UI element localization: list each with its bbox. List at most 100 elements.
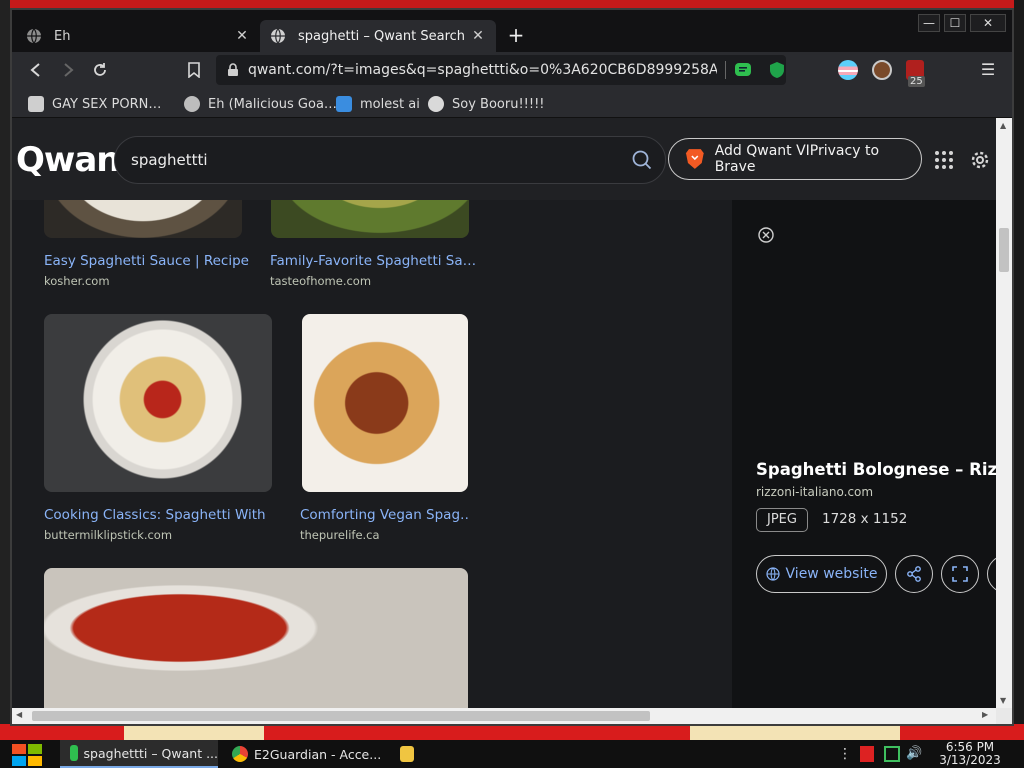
clock-date: 3/13/2023 (939, 753, 1001, 767)
result-caption[interactable]: Cooking Classics: Spaghetti With … (44, 507, 270, 523)
add-to-brave-label: Add Qwant VIPrivacy to Brave (714, 143, 880, 175)
anime-favicon-icon (28, 96, 44, 112)
lock-icon (227, 63, 238, 76)
molest-ai-favicon-icon (336, 96, 352, 112)
image-results: Easy Spaghetti Sauce | Recipe kosher.com… (12, 160, 732, 708)
windows-start-icon[interactable] (10, 742, 44, 768)
flag-extension-icon[interactable] (838, 60, 858, 80)
vertical-scrollbar[interactable]: ▲ ▼ (996, 118, 1012, 708)
search-box[interactable]: spaghettti (114, 136, 666, 184)
volume-tray-icon[interactable]: 🔊 (906, 746, 922, 762)
view-website-button[interactable]: View website (756, 555, 887, 593)
result-image[interactable] (302, 314, 468, 492)
flag-tray-icon[interactable] (860, 746, 874, 762)
desktop-background-left (0, 0, 10, 724)
shield-icon[interactable] (768, 61, 786, 79)
reload-icon (94, 63, 106, 76)
scroll-right-arrow-icon[interactable]: ▶ (982, 710, 988, 719)
share-icon (907, 566, 921, 582)
search-icon[interactable] (631, 149, 653, 171)
globe-icon (765, 567, 780, 581)
tab-title: Eh (54, 28, 71, 44)
soy-booru-favicon-icon (428, 96, 444, 112)
bookmarks-bar: GAY SEX PORN… Eh (Malicious Goa… molest … (12, 88, 1012, 118)
horizontal-scrollbar[interactable]: ◀ ▶ (12, 708, 996, 724)
desktop-image-fragment (124, 724, 264, 740)
folder-icon (400, 746, 414, 762)
fullscreen-button[interactable] (941, 555, 979, 593)
bookmark-item[interactable]: GAY SEX PORN… (28, 94, 161, 114)
result-caption[interactable]: Family-Favorite Spaghetti Sa… (270, 253, 480, 269)
close-tab-icon[interactable]: ✕ (470, 28, 486, 44)
result-source[interactable]: buttermilklipstick.com (44, 528, 172, 542)
page-viewport: Qwant spaghettti Add Qwant VIPrivacy to … (12, 118, 996, 708)
result-image[interactable] (44, 314, 272, 492)
navigation-toolbar: qwant.com/?t=images&q=spaghettti&o=0%3A6… (12, 52, 1012, 88)
globe-icon (184, 96, 200, 112)
taskbar-item-explorer[interactable] (390, 740, 420, 768)
apps-grid-icon[interactable] (934, 150, 954, 170)
bookmark-item[interactable]: Eh (Malicious Goa… (184, 94, 337, 114)
horizontal-scroll-thumb[interactable] (32, 711, 650, 721)
brave-lion-icon (685, 149, 704, 169)
forward-button[interactable] (56, 58, 80, 82)
close-window-button[interactable]: ✕ (970, 14, 1006, 32)
more-button[interactable] (987, 555, 996, 593)
address-separator (725, 61, 727, 79)
chat-extension-icon[interactable] (734, 61, 752, 79)
result-caption[interactable]: Comforting Vegan Spag… (300, 507, 470, 523)
chat-app-icon (70, 745, 78, 761)
format-badge: JPEG (756, 508, 808, 532)
address-bar[interactable]: qwant.com/?t=images&q=spaghettti&o=0%3A6… (216, 55, 786, 85)
bookmark-label: molest ai (360, 96, 420, 112)
desktop-background-strip (0, 724, 1024, 740)
bookmark-item[interactable]: molest ai (336, 94, 420, 114)
system-clock[interactable]: 6:56 PM 3/13/2023 (930, 741, 1010, 767)
minimize-button[interactable]: — (918, 14, 940, 32)
scroll-down-arrow-icon[interactable]: ▼ (1000, 696, 1006, 705)
result-source[interactable]: kosher.com (44, 274, 110, 288)
result-image[interactable] (44, 568, 468, 708)
preview-title: Spaghetti Bolognese – Rizzo (756, 460, 996, 479)
address-text[interactable]: qwant.com/?t=images&q=spaghettti&o=0%3A6… (248, 62, 717, 78)
network-tray-icon[interactable] (884, 746, 900, 762)
more-tray-icon[interactable]: ⋮ (838, 746, 854, 762)
browser-window: Eh ✕ spaghetti – Qwant Search ✕ + — ☐ ✕ (10, 8, 1014, 726)
qwant-header: Qwant spaghettti Add Qwant VIPrivacy to … (12, 118, 996, 200)
view-website-label: View website (785, 566, 878, 582)
back-button[interactable] (24, 58, 48, 82)
bookmark-label: Soy Booru!!!!! (452, 96, 545, 112)
close-tab-icon[interactable]: ✕ (234, 28, 250, 44)
result-source[interactable]: thepurelife.ca (300, 528, 380, 542)
result-caption[interactable]: Easy Spaghetti Sauce | Recipe (44, 253, 254, 269)
scrollbar-corner (996, 708, 1012, 724)
add-to-brave-button[interactable]: Add Qwant VIPrivacy to Brave (668, 138, 922, 180)
scroll-up-arrow-icon[interactable]: ▲ (1000, 121, 1006, 130)
taskbar-item-e2guardian[interactable]: E2Guardian - Acce... (222, 740, 382, 768)
menu-icon[interactable]: ☰ (978, 60, 998, 80)
tab-eh[interactable]: Eh ✕ (16, 20, 260, 52)
tab-strip: Eh ✕ spaghetti – Qwant Search ✕ + — ☐ ✕ (12, 10, 1012, 52)
scroll-left-arrow-icon[interactable]: ◀ (16, 710, 22, 719)
avatar-extension-icon[interactable] (872, 60, 892, 80)
gear-icon[interactable] (968, 148, 992, 172)
new-tab-button[interactable]: + (504, 24, 528, 48)
bookmark-label: GAY SEX PORN… (52, 96, 162, 112)
taskbar-item-label: spaghettti – Qwant ... (83, 745, 218, 761)
reload-button[interactable] (88, 58, 112, 82)
globe-icon (270, 28, 286, 44)
bookmark-item[interactable]: Soy Booru!!!!! (428, 94, 545, 114)
bookmark-button[interactable] (182, 58, 206, 82)
fullscreen-icon (952, 566, 968, 582)
vertical-scroll-thumb[interactable] (999, 228, 1009, 272)
tab-qwant-search[interactable]: spaghetti – Qwant Search ✕ (260, 20, 496, 52)
share-button[interactable] (895, 555, 933, 593)
chevron-right-icon (64, 63, 74, 77)
bookmark-label: Eh (Malicious Goa… (208, 96, 337, 112)
search-input[interactable]: spaghettti (131, 151, 631, 169)
taskbar-item-qwant[interactable]: spaghettti – Qwant ... (60, 740, 218, 768)
maximize-button[interactable]: ☐ (944, 14, 966, 32)
close-preview-icon[interactable] (758, 227, 774, 243)
result-source[interactable]: tasteofhome.com (270, 274, 371, 288)
preview-source[interactable]: rizzoni-italiano.com (756, 485, 873, 499)
